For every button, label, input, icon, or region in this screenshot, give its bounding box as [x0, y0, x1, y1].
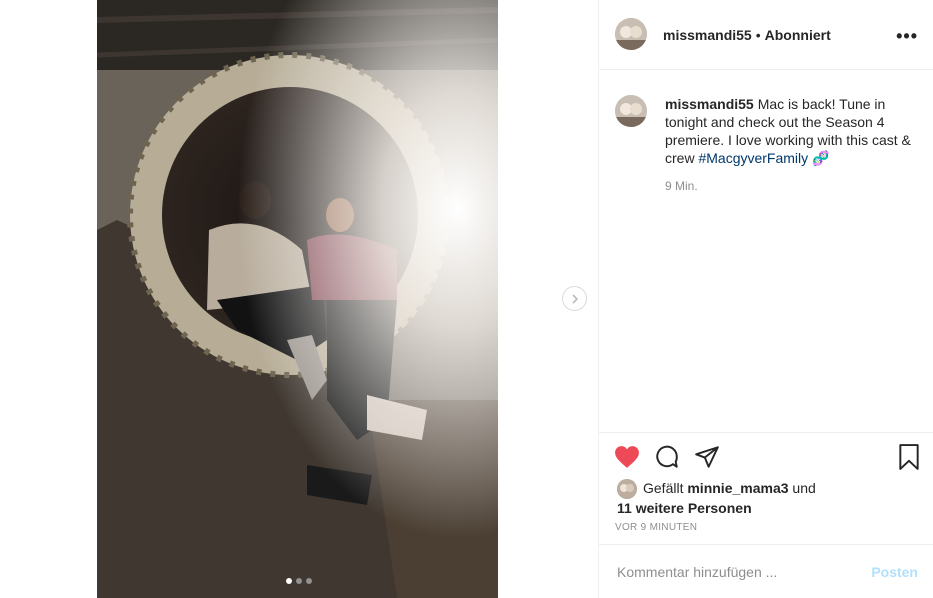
- comment-input[interactable]: [615, 563, 869, 581]
- liker-username[interactable]: minnie_mama3: [687, 480, 788, 496]
- author-avatar[interactable]: [615, 18, 647, 50]
- heart-icon: [615, 446, 639, 468]
- share-icon: [695, 446, 719, 468]
- caption-hashtag[interactable]: #MacgyverFamily: [698, 150, 808, 166]
- action-bar: [614, 444, 720, 470]
- carousel-dot: [306, 578, 312, 584]
- more-options-button[interactable]: •••: [896, 26, 918, 47]
- post-time-ago: VOR 9 MINUTEN: [615, 522, 698, 533]
- post-side-panel: missmandi55 • Abonniert ••• missmandi55 Mac…: [598, 0, 933, 598]
- liker-avatar[interactable]: [617, 479, 637, 500]
- next-image-button[interactable]: [562, 286, 587, 311]
- bookmark-icon: [899, 444, 919, 470]
- caption-emoji: 🧬: [812, 150, 830, 166]
- like-button[interactable]: [614, 444, 640, 470]
- comment-button[interactable]: [654, 444, 680, 470]
- follow-status[interactable]: Abonniert: [765, 27, 831, 43]
- separator-dot: •: [755, 27, 761, 43]
- carousel-dot: [296, 578, 302, 584]
- post-caption: missmandi55 Mac is back! Tune in tonight …: [665, 95, 915, 167]
- carousel-dot: [286, 578, 292, 584]
- share-button[interactable]: [694, 444, 720, 470]
- likes-count[interactable]: 11 weitere Personen: [617, 500, 752, 516]
- post-photo[interactable]: [97, 0, 498, 598]
- carousel-indicator: [286, 578, 312, 584]
- more-icon: •••: [896, 26, 918, 46]
- post-comment-button[interactable]: Posten: [871, 564, 918, 580]
- likes-prefix: Gefällt: [643, 480, 688, 496]
- post-header: missmandi55 • Abonniert •••: [599, 0, 933, 70]
- likes-summary: Gefällt minnie_mama3 und 11 weitere Perso…: [617, 479, 816, 517]
- likes-mid: und: [788, 480, 816, 496]
- caption-username[interactable]: missmandi55: [665, 96, 754, 112]
- comment-composer: Posten: [599, 544, 933, 598]
- chevron-right-icon: [571, 293, 578, 304]
- comments-section: missmandi55 Mac is back! Tune in tonight …: [599, 71, 933, 431]
- save-button[interactable]: [896, 444, 922, 470]
- caption-time: 9 Min.: [665, 179, 698, 193]
- caption-avatar[interactable]: [615, 95, 647, 127]
- author-username[interactable]: missmandi55: [663, 27, 752, 43]
- header-text: missmandi55 • Abonniert: [663, 27, 831, 43]
- actions-section: Gefällt minnie_mama3 und 11 weitere Perso…: [599, 432, 933, 544]
- comment-icon: [656, 445, 678, 468]
